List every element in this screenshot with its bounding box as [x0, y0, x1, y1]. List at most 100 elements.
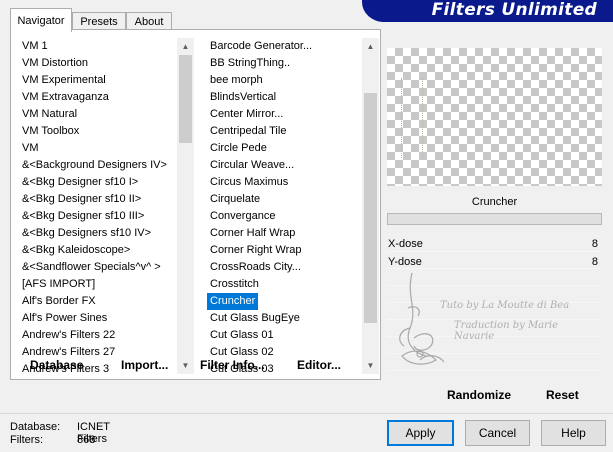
- filter-scroll-thumb[interactable]: [364, 93, 377, 323]
- scroll-down-icon[interactable]: ▼: [362, 357, 379, 374]
- list-item[interactable]: &<Bkg Designer sf10 III>: [19, 208, 177, 225]
- footer-divider: [0, 413, 613, 414]
- list-item-label: Corner Half Wrap: [210, 227, 296, 239]
- list-item-label: VM Toolbox: [22, 125, 80, 137]
- list-item[interactable]: &<Sandflower Specials^v^ >: [19, 259, 177, 276]
- import-button[interactable]: Import...: [121, 358, 168, 372]
- list-item[interactable]: Andrew's Filters 22: [19, 327, 177, 344]
- category-scroll-thumb[interactable]: [179, 55, 192, 143]
- list-item-label: Cut Glass 02: [210, 346, 274, 358]
- list-item[interactable]: &<Bkg Designer sf10 I>: [19, 174, 177, 191]
- param-x-dose[interactable]: X-dose 8: [387, 236, 602, 253]
- list-item[interactable]: &<Bkg Kaleidoscope>: [19, 242, 177, 259]
- list-item-label: bee morph: [210, 74, 263, 86]
- list-item-label: Circus Maximus: [210, 176, 289, 188]
- list-item[interactable]: &<Bkg Designer sf10 II>: [19, 191, 177, 208]
- list-item-label: [AFS IMPORT]: [22, 278, 96, 290]
- list-item-label: Barcode Generator...: [210, 40, 313, 52]
- help-button[interactable]: Help: [541, 420, 606, 446]
- list-item-label: Andrew's Filters 22: [22, 329, 116, 341]
- tab-about[interactable]: About: [126, 12, 172, 30]
- list-item[interactable]: VM Distortion: [19, 55, 177, 72]
- list-item-label: &<Bkg Designer sf10 II>: [22, 193, 142, 205]
- list-item-label: &<Sandflower Specials^v^ >: [22, 261, 161, 273]
- param-value[interactable]: 8: [592, 238, 598, 250]
- list-item-label: CrossRoads City...: [210, 261, 301, 273]
- category-list[interactable]: VM 1 VM Distortion VM Experimental VM Extra…: [19, 38, 177, 374]
- list-item[interactable]: Crosstitch: [207, 276, 362, 293]
- list-item-label: VM Natural: [22, 108, 78, 120]
- filters-unlimited-banner: Filters Unlimited: [362, 0, 613, 22]
- preview-marker: [401, 78, 423, 158]
- randomize-button[interactable]: Randomize: [447, 388, 511, 402]
- list-item[interactable]: Barcode Generator...: [207, 38, 362, 55]
- list-item-label: Convergance: [210, 210, 276, 222]
- list-item[interactable]: Cut Glass BugEye: [207, 310, 362, 327]
- filter-info-button[interactable]: Filter Info...: [200, 358, 265, 372]
- tab-presets[interactable]: Presets: [72, 12, 126, 30]
- tab-navigator[interactable]: Navigator: [10, 8, 72, 32]
- list-item[interactable]: Corner Right Wrap: [207, 242, 362, 259]
- scroll-down-icon[interactable]: ▼: [177, 357, 194, 374]
- filter-scrollbar[interactable]: ▲ ▼: [362, 38, 379, 374]
- list-item[interactable]: Cirquelate: [207, 191, 362, 208]
- list-item-label: Centripedal Tile: [210, 125, 287, 137]
- category-scrollbar[interactable]: ▲ ▼: [177, 38, 194, 374]
- filter-list[interactable]: Barcode Generator... BB StringThing.. bee …: [207, 38, 362, 374]
- list-item-label: Cut Glass 01: [210, 329, 274, 341]
- list-item[interactable]: VM 1: [19, 38, 177, 55]
- list-item-label: &<Bkg Designer sf10 III>: [22, 210, 145, 222]
- list-item-label: Andrew's Filters 27: [22, 346, 116, 358]
- list-item[interactable]: VM Extravaganza: [19, 89, 177, 106]
- list-item[interactable]: Cut Glass 01: [207, 327, 362, 344]
- list-item-label: Cruncher: [207, 293, 259, 310]
- watermark-line2: Traduction by Marie Navarie: [454, 320, 559, 342]
- list-item[interactable]: Alf's Power Sines: [19, 310, 177, 327]
- list-item[interactable]: CrossRoads City...: [207, 259, 362, 276]
- list-item-label: Crosstitch: [210, 278, 259, 290]
- list-item[interactable]: Circle Pede: [207, 140, 362, 157]
- list-item[interactable]: VM Toolbox: [19, 123, 177, 140]
- filter-name-bar: [387, 213, 602, 225]
- list-item-label: Cirquelate: [210, 193, 261, 205]
- list-item[interactable]: Center Mirror...: [207, 106, 362, 123]
- database-info: Database: ICNET Filters: [10, 421, 110, 445]
- param-value[interactable]: 8: [592, 256, 598, 268]
- list-item[interactable]: BB StringThing..: [207, 55, 362, 72]
- list-item-label: Circle Pede: [210, 142, 267, 154]
- filter-preview: [387, 48, 602, 186]
- editor-button[interactable]: Editor...: [297, 358, 341, 372]
- watermark-line1: Tuto by La Moutte di Bea: [440, 300, 570, 311]
- list-item[interactable]: Circus Maximus: [207, 174, 362, 191]
- reset-button[interactable]: Reset: [546, 388, 579, 402]
- list-item-label: &<Bkg Kaleidoscope>: [22, 244, 131, 256]
- list-item-label: Cut Glass BugEye: [210, 312, 300, 324]
- database-button[interactable]: Database: [30, 358, 83, 372]
- list-item[interactable]: &<Background Designers IV>: [19, 157, 177, 174]
- scroll-up-icon[interactable]: ▲: [177, 38, 194, 55]
- list-item[interactable]: VM Natural: [19, 106, 177, 123]
- selected-filter-name: Cruncher: [471, 196, 518, 208]
- list-item[interactable]: [AFS IMPORT]: [19, 276, 177, 293]
- list-item-label: VM: [22, 142, 39, 154]
- param-label: Y-dose: [388, 256, 422, 268]
- list-item-label: Center Mirror...: [210, 108, 284, 120]
- scroll-up-icon[interactable]: ▲: [362, 38, 379, 55]
- list-item-label: VM Experimental: [22, 74, 106, 86]
- list-item[interactable]: Cruncher: [207, 293, 362, 310]
- param-label: X-dose: [388, 238, 423, 250]
- list-item[interactable]: bee morph: [207, 72, 362, 89]
- list-item[interactable]: Convergance: [207, 208, 362, 225]
- list-item[interactable]: Circular Weave...: [207, 157, 362, 174]
- banner-title: Filters Unlimited: [431, 0, 597, 20]
- list-item[interactable]: Corner Half Wrap: [207, 225, 362, 242]
- list-item[interactable]: &<Bkg Designers sf10 IV>: [19, 225, 177, 242]
- list-item[interactable]: VM: [19, 140, 177, 157]
- list-item[interactable]: Alf's Border FX: [19, 293, 177, 310]
- apply-button[interactable]: Apply: [387, 420, 454, 446]
- list-item[interactable]: Centripedal Tile: [207, 123, 362, 140]
- list-item[interactable]: VM Experimental: [19, 72, 177, 89]
- list-item-label: BB StringThing..: [210, 57, 291, 69]
- cancel-button[interactable]: Cancel: [465, 420, 530, 446]
- list-item[interactable]: BlindsVertical: [207, 89, 362, 106]
